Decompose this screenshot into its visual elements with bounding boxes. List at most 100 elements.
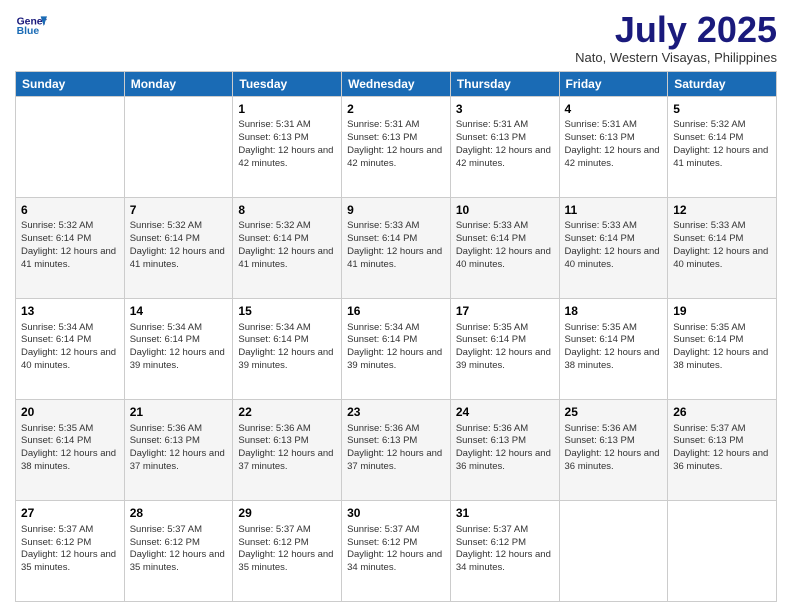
calendar-cell: 26 Sunrise: 5:37 AMSunset: 6:13 PMDayligh…: [668, 399, 777, 500]
day-number: 30: [347, 505, 445, 522]
calendar-cell: 14 Sunrise: 5:34 AMSunset: 6:14 PMDayligh…: [124, 298, 233, 399]
week-row-1: 1Sunrise: 5:31 AMSunset: 6:13 PMDaylight…: [16, 96, 777, 197]
day-info: Sunrise: 5:31 AMSunset: 6:13 PMDaylight:…: [238, 119, 336, 170]
week-row-2: 6Sunrise: 5:32 AMSunset: 6:14 PMDaylight…: [16, 197, 777, 298]
weekday-header-tuesday: Tuesday: [233, 71, 342, 96]
week-row-3: 13Sunrise: 5:34 AMSunset: 6:14 PMDayligh…: [16, 298, 777, 399]
calendar-cell: 17 Sunrise: 5:35 AMSunset: 6:14 PMDayligh…: [450, 298, 559, 399]
day-number: 31: [456, 505, 554, 522]
calendar-cell: 4Sunrise: 5:31 AMSunset: 6:13 PMDaylight…: [559, 96, 668, 197]
calendar-cell: 6Sunrise: 5:32 AMSunset: 6:14 PMDaylight…: [16, 197, 125, 298]
svg-text:Blue: Blue: [17, 26, 40, 37]
day-number: 26: [673, 404, 771, 421]
calendar-cell: 9Sunrise: 5:33 AMSunset: 6:14 PMDaylight…: [342, 197, 451, 298]
day-info: Sunrise: 5:31 AMSunset: 6:13 PMDaylight:…: [347, 119, 445, 170]
calendar-cell: 29Sunrise: 5:37 AMSunset: 6:12 PMDayligh…: [233, 500, 342, 601]
day-info: Sunrise: 5:36 AMSunset: 6:13 PMDaylight:…: [347, 423, 445, 474]
calendar-cell: 8Sunrise: 5:32 AMSunset: 6:14 PMDaylight…: [233, 197, 342, 298]
calendar-cell: 24Sunrise: 5:36 AMSunset: 6:13 PMDayligh…: [450, 399, 559, 500]
day-info: Sunrise: 5:36 AMSunset: 6:13 PMDaylight:…: [565, 423, 663, 474]
day-number: 21: [130, 404, 228, 421]
day-info: Sunrise: 5:31 AMSunset: 6:13 PMDaylight:…: [456, 119, 554, 170]
day-number: 3: [456, 101, 554, 118]
calendar-cell: 13Sunrise: 5:34 AMSunset: 6:14 PMDayligh…: [16, 298, 125, 399]
day-number: 14: [130, 303, 228, 320]
day-info: Sunrise: 5:34 AMSunset: 6:14 PMDaylight:…: [130, 322, 228, 373]
day-number: 27: [21, 505, 119, 522]
calendar-cell: 31 Sunrise: 5:37 AMSunset: 6:12 PMDayligh…: [450, 500, 559, 601]
calendar-cell: [668, 500, 777, 601]
day-number: 17: [456, 303, 554, 320]
day-info: Sunrise: 5:35 AMSunset: 6:14 PMDaylight:…: [673, 322, 771, 373]
calendar-cell: 16 Sunrise: 5:34 AMSunset: 6:14 PMDayligh…: [342, 298, 451, 399]
day-number: 16: [347, 303, 445, 320]
day-info: Sunrise: 5:36 AMSunset: 6:13 PMDaylight:…: [456, 423, 554, 474]
calendar-cell: [559, 500, 668, 601]
general-blue-logo-icon: General Blue: [15, 10, 47, 42]
main-title: July 2025: [575, 10, 777, 50]
title-block: July 2025 Nato, Western Visayas, Philipp…: [575, 10, 777, 65]
day-info: Sunrise: 5:37 AMSunset: 6:12 PMDaylight:…: [238, 524, 336, 575]
day-info: Sunrise: 5:33 AMSunset: 6:14 PMDaylight:…: [565, 220, 663, 271]
day-info: Sunrise: 5:32 AMSunset: 6:14 PMDaylight:…: [130, 220, 228, 271]
day-number: 11: [565, 202, 663, 219]
calendar-cell: 20 Sunrise: 5:35 AMSunset: 6:14 PMDayligh…: [16, 399, 125, 500]
calendar-cell: 7Sunrise: 5:32 AMSunset: 6:14 PMDaylight…: [124, 197, 233, 298]
header: General Blue General Blue July 2025 Nato…: [15, 10, 777, 65]
day-number: 4: [565, 101, 663, 118]
day-number: 2: [347, 101, 445, 118]
day-info: Sunrise: 5:33 AMSunset: 6:14 PMDaylight:…: [673, 220, 771, 271]
day-info: Sunrise: 5:35 AMSunset: 6:14 PMDaylight:…: [565, 322, 663, 373]
day-number: 18: [565, 303, 663, 320]
day-info: Sunrise: 5:32 AMSunset: 6:14 PMDaylight:…: [21, 220, 119, 271]
day-info: Sunrise: 5:35 AMSunset: 6:14 PMDaylight:…: [456, 322, 554, 373]
calendar-cell: 11Sunrise: 5:33 AMSunset: 6:14 PMDayligh…: [559, 197, 668, 298]
weekday-header-wednesday: Wednesday: [342, 71, 451, 96]
subtitle: Nato, Western Visayas, Philippines: [575, 50, 777, 65]
day-info: Sunrise: 5:37 AMSunset: 6:12 PMDaylight:…: [347, 524, 445, 575]
day-info: Sunrise: 5:37 AMSunset: 6:12 PMDaylight:…: [456, 524, 554, 575]
calendar-cell: 10Sunrise: 5:33 AMSunset: 6:14 PMDayligh…: [450, 197, 559, 298]
day-number: 7: [130, 202, 228, 219]
day-info: Sunrise: 5:34 AMSunset: 6:14 PMDaylight:…: [347, 322, 445, 373]
day-number: 10: [456, 202, 554, 219]
calendar-cell: 21Sunrise: 5:36 AMSunset: 6:13 PMDayligh…: [124, 399, 233, 500]
calendar-cell: 1Sunrise: 5:31 AMSunset: 6:13 PMDaylight…: [233, 96, 342, 197]
week-row-4: 20 Sunrise: 5:35 AMSunset: 6:14 PMDayligh…: [16, 399, 777, 500]
day-number: 28: [130, 505, 228, 522]
calendar-cell: 28 Sunrise: 5:37 AMSunset: 6:12 PMDayligh…: [124, 500, 233, 601]
day-number: 23: [347, 404, 445, 421]
calendar-cell: 5Sunrise: 5:32 AMSunset: 6:14 PMDaylight…: [668, 96, 777, 197]
day-info: Sunrise: 5:37 AMSunset: 6:12 PMDaylight:…: [130, 524, 228, 575]
day-info: Sunrise: 5:32 AMSunset: 6:14 PMDaylight:…: [238, 220, 336, 271]
day-number: 19: [673, 303, 771, 320]
weekday-header-thursday: Thursday: [450, 71, 559, 96]
day-info: Sunrise: 5:33 AMSunset: 6:14 PMDaylight:…: [456, 220, 554, 271]
day-number: 9: [347, 202, 445, 219]
week-row-5: 27 Sunrise: 5:37 AMSunset: 6:12 PMDayligh…: [16, 500, 777, 601]
day-info: Sunrise: 5:37 AMSunset: 6:13 PMDaylight:…: [673, 423, 771, 474]
calendar-cell: 27Sunrise: 5:37 AMSunset: 6:12 PMDayligh…: [16, 500, 125, 601]
weekday-header-saturday: Saturday: [668, 71, 777, 96]
day-info: Sunrise: 5:36 AMSunset: 6:13 PMDaylight:…: [238, 423, 336, 474]
day-info: Sunrise: 5:33 AMSunset: 6:14 PMDaylight:…: [347, 220, 445, 271]
day-info: Sunrise: 5:31 AMSunset: 6:13 PMDaylight:…: [565, 119, 663, 170]
calendar-cell: 19 Sunrise: 5:35 AMSunset: 6:14 PMDayligh…: [668, 298, 777, 399]
calendar-cell: [16, 96, 125, 197]
calendar-cell: 3Sunrise: 5:31 AMSunset: 6:13 PMDaylight…: [450, 96, 559, 197]
day-info: Sunrise: 5:32 AMSunset: 6:14 PMDaylight:…: [673, 119, 771, 170]
weekday-header-monday: Monday: [124, 71, 233, 96]
logo: General Blue General Blue: [15, 10, 47, 42]
day-number: 15: [238, 303, 336, 320]
calendar-cell: 25Sunrise: 5:36 AMSunset: 6:13 PMDayligh…: [559, 399, 668, 500]
calendar-cell: 12Sunrise: 5:33 AMSunset: 6:14 PMDayligh…: [668, 197, 777, 298]
page: General Blue General Blue July 2025 Nato…: [0, 0, 792, 612]
day-info: Sunrise: 5:34 AMSunset: 6:14 PMDaylight:…: [238, 322, 336, 373]
weekday-header-friday: Friday: [559, 71, 668, 96]
weekday-header-row: SundayMondayTuesdayWednesdayThursdayFrid…: [16, 71, 777, 96]
day-number: 20: [21, 404, 119, 421]
day-number: 8: [238, 202, 336, 219]
day-number: 6: [21, 202, 119, 219]
day-info: Sunrise: 5:35 AMSunset: 6:14 PMDaylight:…: [21, 423, 119, 474]
calendar-cell: [124, 96, 233, 197]
